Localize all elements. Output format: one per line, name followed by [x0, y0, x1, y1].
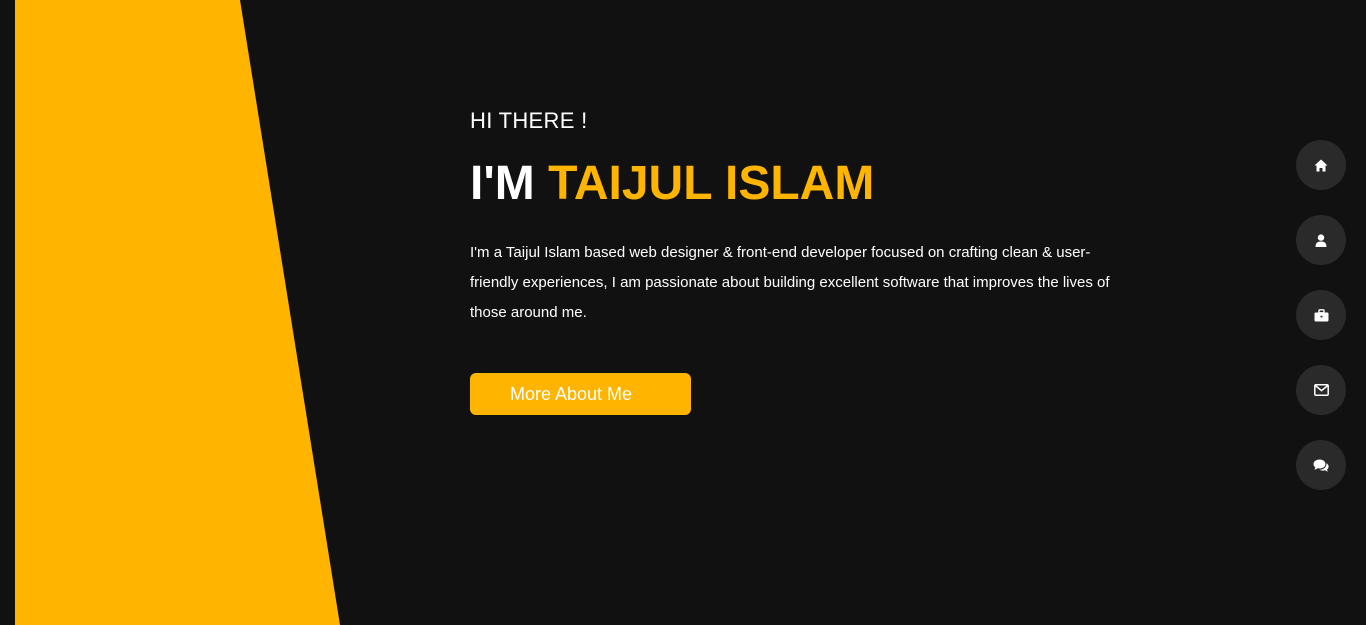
briefcase-icon [1314, 308, 1328, 321]
side-navigation [1296, 140, 1346, 515]
nav-portfolio-button[interactable] [1296, 290, 1346, 340]
hero-section: HI THERE ! I'M TAIJUL ISLAM I'm a Taijul… [470, 108, 1110, 415]
nav-contact-button[interactable] [1296, 365, 1346, 415]
more-about-me-button[interactable]: More About Me [470, 373, 691, 415]
nav-blog-button[interactable] [1296, 440, 1346, 490]
nav-home-button[interactable] [1296, 140, 1346, 190]
intro-paragraph: I'm a Taijul Islam based web designer & … [470, 244, 1110, 321]
page: HI THERE ! I'M TAIJUL ISLAM I'm a Taijul… [0, 0, 1366, 625]
nav-about-button[interactable] [1296, 215, 1346, 265]
envelope-icon [1313, 384, 1329, 396]
headline: I'M TAIJUL ISLAM [470, 156, 1110, 212]
accent-background-shape [15, 0, 340, 625]
home-icon [1314, 159, 1328, 171]
user-icon [1315, 233, 1327, 247]
left-edge-strip [0, 0, 15, 625]
headline-name: TAIJUL ISLAM [548, 157, 875, 210]
headline-prefix: I'M [470, 157, 549, 210]
greeting-text: HI THERE ! [470, 108, 588, 133]
comments-icon [1313, 459, 1329, 472]
